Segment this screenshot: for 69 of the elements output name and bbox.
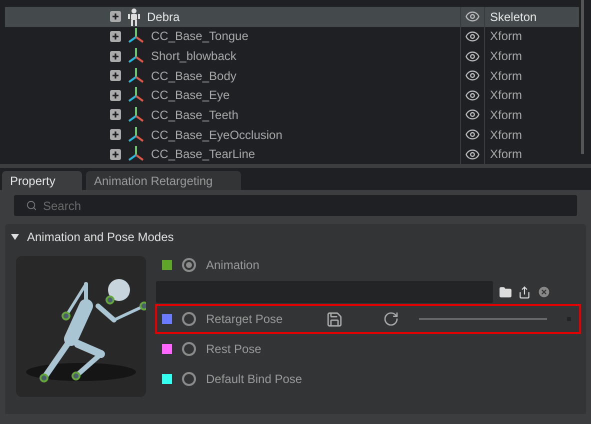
axes-icon [127, 47, 145, 66]
tab[interactable]: Property [2, 171, 82, 190]
scrollbar[interactable] [581, 0, 584, 154]
tab[interactable]: Animation Retargeting [86, 171, 241, 190]
search-field[interactable]: Search [14, 195, 577, 216]
node-name: Debra [147, 8, 180, 26]
expand-icon[interactable] [110, 70, 121, 82]
node-type: Xform [489, 126, 522, 144]
axes-icon [127, 145, 145, 164]
eye-icon[interactable] [465, 107, 480, 122]
node-type: Xform [489, 146, 522, 164]
clear-icon[interactable] [537, 285, 551, 299]
mode-label: Default Bind Pose [206, 371, 304, 388]
tree-row[interactable]: Debra Skeleton [5, 7, 579, 27]
eye-icon[interactable] [465, 48, 480, 64]
axes-icon [127, 27, 145, 46]
node-name: CC_Base_Teeth [151, 106, 238, 124]
export-icon[interactable] [518, 286, 531, 298]
axes-icon [127, 86, 145, 104]
radio-button[interactable] [182, 372, 196, 386]
mode-label: Rest Pose [206, 341, 262, 358]
expand-icon[interactable] [110, 148, 121, 160]
radio-button[interactable] [182, 342, 196, 356]
node-type: Skeleton [489, 8, 537, 26]
eye-icon[interactable] [465, 68, 480, 84]
save-icon[interactable] [326, 310, 343, 328]
radio-button[interactable] [182, 258, 196, 272]
node-name: CC_Base_Eye [151, 87, 230, 104]
expand-icon[interactable] [110, 30, 121, 42]
radio-button[interactable] [182, 312, 196, 326]
eye-icon[interactable] [465, 9, 480, 24]
tree-row[interactable]: CC_Base_EyeOcclusion Xform [5, 124, 579, 144]
eye-icon[interactable] [465, 127, 480, 142]
collapse-icon[interactable] [11, 233, 19, 241]
tree-row[interactable]: CC_Base_Tongue Xform [5, 26, 579, 46]
node-type: Xform [489, 68, 522, 85]
node-type: Xform [489, 87, 522, 104]
tree-row[interactable]: Short_blowback Xform [5, 46, 579, 66]
mode-label: Animation [206, 257, 260, 274]
folder-icon[interactable] [499, 286, 512, 298]
expand-icon[interactable] [110, 50, 121, 62]
node-name: CC_Base_Tongue [151, 28, 248, 46]
mode-label: Retarget Pose [206, 311, 284, 328]
node-name: CC_Base_TearLine [151, 146, 256, 164]
axes-icon [127, 66, 145, 85]
tree-row[interactable]: CC_Base_TearLine Xform [5, 144, 579, 164]
search-icon [26, 200, 37, 211]
node-name: Short_blowback [151, 48, 236, 66]
expand-icon[interactable] [110, 11, 121, 22]
node-type: Xform [489, 106, 522, 124]
eye-icon[interactable] [465, 88, 480, 103]
node-type: Xform [489, 28, 522, 46]
tree-row[interactable]: CC_Base_Teeth Xform [5, 105, 579, 125]
tree-row[interactable]: CC_Base_Body Xform [5, 66, 579, 86]
refresh-icon[interactable] [383, 311, 399, 327]
expand-icon[interactable] [110, 90, 121, 101]
node-type: Xform [489, 48, 522, 66]
animation-field[interactable] [156, 281, 493, 303]
expand-icon[interactable] [110, 129, 121, 140]
eye-icon[interactable] [465, 146, 480, 162]
tree-row[interactable]: CC_Base_Eye Xform [5, 86, 579, 106]
axes-icon [127, 126, 145, 144]
eye-icon[interactable] [465, 28, 480, 44]
expand-icon[interactable] [110, 109, 121, 120]
node-name: CC_Base_Body [151, 68, 236, 85]
section-title: Animation and Pose Modes [27, 229, 174, 246]
axes-icon [127, 106, 145, 124]
figure-icon [127, 8, 141, 26]
node-name: CC_Base_EyeOcclusion [151, 126, 282, 144]
